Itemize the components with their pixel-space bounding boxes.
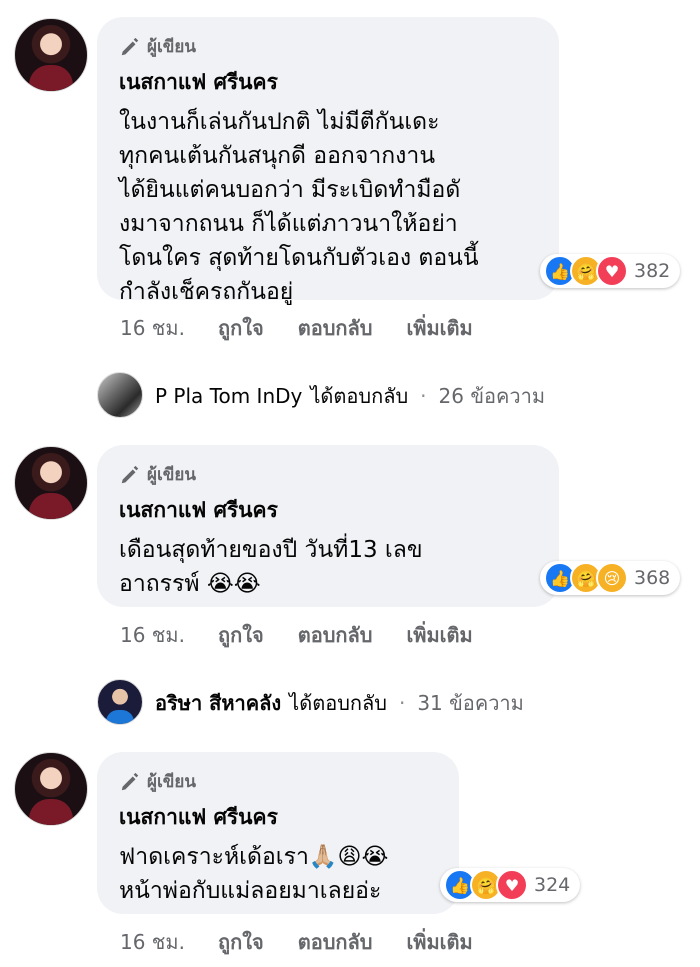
reaction-count: 382 bbox=[634, 260, 671, 282]
reactions-summary[interactable]: 👍 🤗 😢 368 bbox=[540, 561, 681, 595]
timestamp[interactable]: 16 ชม. bbox=[120, 926, 218, 958]
more-button[interactable]: เพิ่มเติม bbox=[406, 619, 472, 651]
comment-actions: 16 ชม. ถูกใจ ตอบกลับ เพิ่มเติม bbox=[120, 619, 507, 651]
commenter-name[interactable]: เนสกาแฟ ศรีนคร bbox=[119, 494, 537, 527]
avatar[interactable] bbox=[97, 679, 143, 725]
avatar[interactable] bbox=[14, 752, 88, 826]
author-badge-label: ผู้เขียน bbox=[147, 772, 196, 792]
reactions-summary[interactable]: 👍 🤗 ♥ 382 bbox=[540, 254, 681, 288]
reactions-summary[interactable]: 👍 🤗 ♥ 324 bbox=[440, 868, 581, 902]
replies-count: 26 ข้อความ bbox=[438, 384, 546, 408]
comment-actions: 16 ชม. ถูกใจ ตอบกลับ เพิ่มเติม bbox=[120, 926, 507, 958]
comment-bubble: ผู้เขียน เนสกาแฟ ศรีนคร เดือนสุดท้ายของป… bbox=[97, 445, 559, 607]
reaction-count: 368 bbox=[634, 567, 671, 589]
more-button[interactable]: เพิ่มเติม bbox=[406, 926, 472, 958]
pen-icon bbox=[121, 37, 139, 55]
sad-icon: 😢 bbox=[596, 562, 628, 594]
view-replies-row[interactable]: P Pla Tom InDy ได้ตอบกลับ · 26 ข้อความ bbox=[155, 380, 545, 412]
replier-name: P Pla Tom InDy bbox=[155, 384, 303, 408]
commenter-name[interactable]: เนสกาแฟ ศรีนคร bbox=[119, 66, 537, 99]
separator-dot: · bbox=[398, 691, 406, 715]
comment-actions: 16 ชม. ถูกใจ ตอบกลับ เพิ่มเติม bbox=[120, 312, 507, 344]
love-icon: ♥ bbox=[596, 255, 628, 287]
commenter-name[interactable]: เนสกาแฟ ศรีนคร bbox=[119, 801, 437, 834]
pen-icon bbox=[121, 465, 139, 483]
reply-button[interactable]: ตอบกลับ bbox=[298, 312, 373, 344]
author-badge-label: ผู้เขียน bbox=[147, 465, 196, 485]
comment-bubble: ผู้เขียน เนสกาแฟ ศรีนคร ฟาดเคราะห์เด้อเร… bbox=[97, 752, 459, 914]
view-replies-row[interactable]: อริษา สีหาคลัง ได้ตอบกลับ · 31 ข้อความ bbox=[155, 687, 524, 719]
avatar[interactable] bbox=[14, 446, 88, 520]
separator-dot: · bbox=[420, 384, 427, 408]
replies-count: 31 ข้อความ bbox=[417, 691, 524, 715]
replier-name: อริษา สีหาคลัง bbox=[155, 691, 282, 715]
author-badge: ผู้เขียน bbox=[119, 461, 537, 488]
reaction-count: 324 bbox=[534, 874, 571, 896]
reply-button[interactable]: ตอบกลับ bbox=[298, 619, 373, 651]
more-button[interactable]: เพิ่มเติม bbox=[406, 312, 472, 344]
author-badge: ผู้เขียน bbox=[119, 768, 437, 795]
comment-text: เดือนสุดท้ายของปี วันที่13 เลข อาถรรพ์ 😭… bbox=[119, 537, 423, 597]
author-badge-label: ผู้เขียน bbox=[147, 37, 196, 57]
comment-text: ในงานก็เล่นกันปกติ ไม่มีตีกันเดะ ทุกคนเต… bbox=[119, 109, 479, 305]
timestamp[interactable]: 16 ชม. bbox=[120, 619, 218, 651]
pen-icon bbox=[121, 772, 139, 790]
reply-button[interactable]: ตอบกลับ bbox=[298, 926, 373, 958]
avatar[interactable] bbox=[97, 372, 143, 418]
author-badge: ผู้เขียน bbox=[119, 33, 537, 60]
like-button[interactable]: ถูกใจ bbox=[218, 312, 264, 344]
timestamp[interactable]: 16 ชม. bbox=[120, 312, 218, 344]
comment-text: ฟาดเคราะห์เด้อเรา🙏🏼😩😭 หน้าพ่อกับแม่ลอยมา… bbox=[119, 844, 389, 904]
replied-label: ได้ตอบกลับ bbox=[289, 691, 387, 715]
love-icon: ♥ bbox=[496, 869, 528, 901]
comment-bubble: ผู้เขียน เนสกาแฟ ศรีนคร ในงานก็เล่นกันปก… bbox=[97, 17, 559, 305]
avatar[interactable] bbox=[14, 18, 88, 92]
like-button[interactable]: ถูกใจ bbox=[218, 926, 264, 958]
replied-label: ได้ตอบกลับ bbox=[310, 384, 409, 408]
like-button[interactable]: ถูกใจ bbox=[218, 619, 264, 651]
